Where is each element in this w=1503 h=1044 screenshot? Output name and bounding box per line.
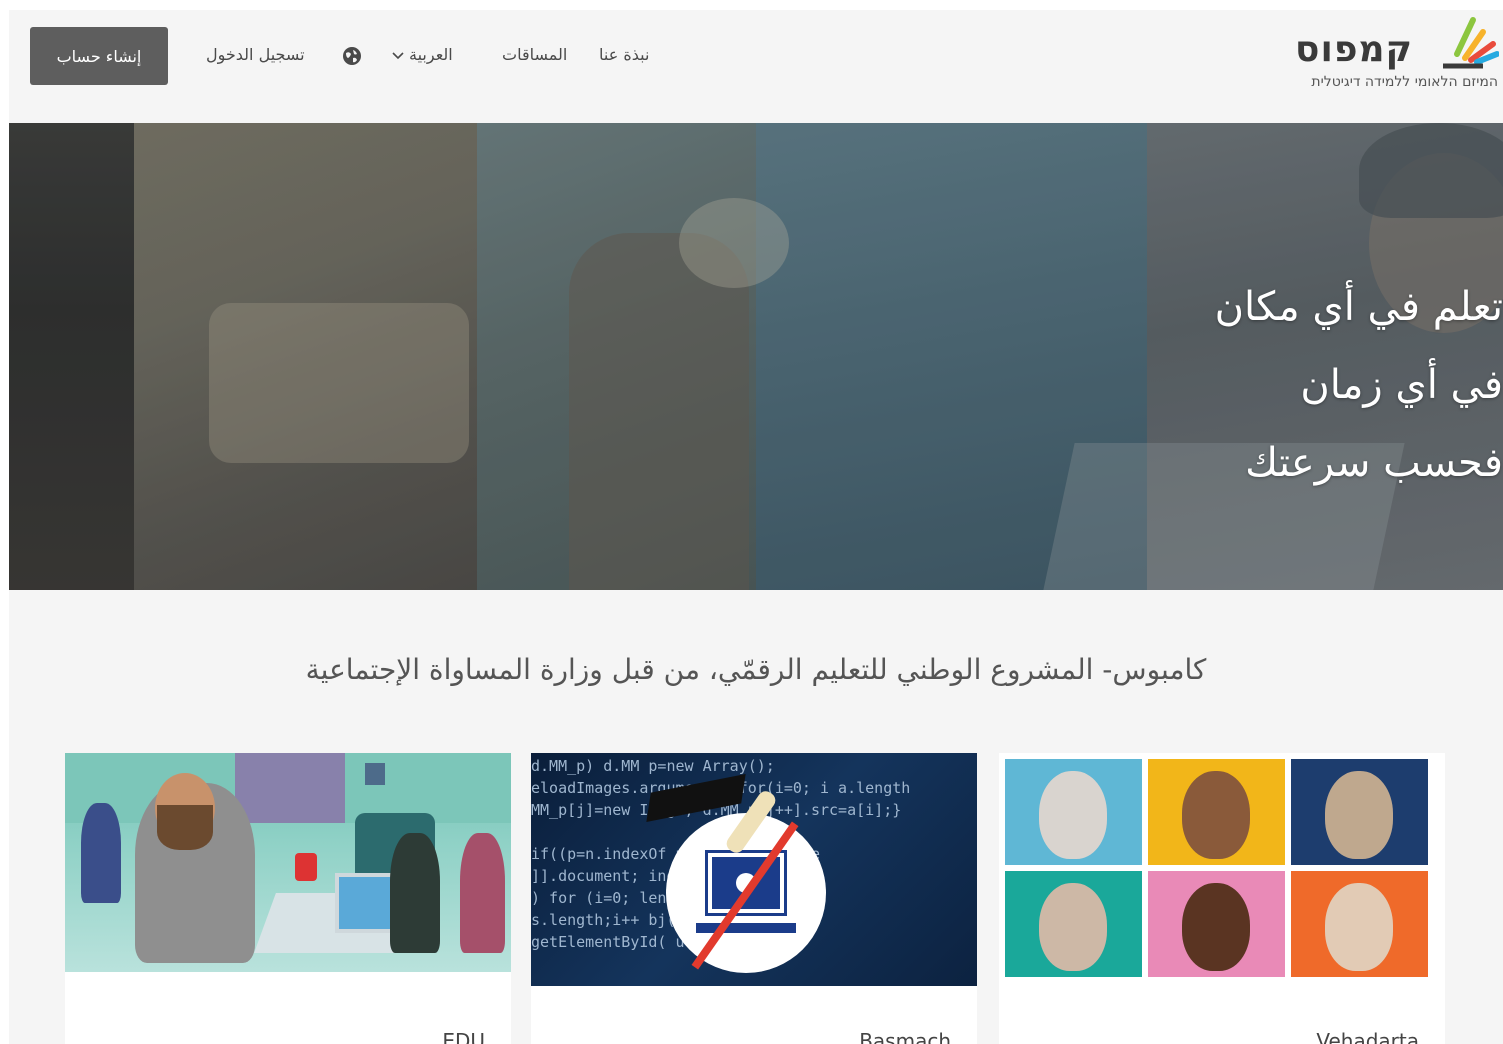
logo-text: קמפוס — [1295, 29, 1414, 70]
chevron-down-icon — [392, 52, 404, 60]
hero-banner: تعلم في أي مكان في أي زمان فحسب سرعتك — [9, 123, 1503, 590]
signup-button[interactable]: إنشاء حساب — [30, 27, 168, 85]
course-title: EDU — [442, 1029, 485, 1044]
intro-heading: كامبوس- المشروع الوطني للتعليم الرقمّي، … — [305, 653, 1207, 686]
course-card-basmach[interactable]: d.MM_p) d.MM p=new Array(); eloadImages.… — [531, 753, 977, 1044]
logo-marks-icon — [1443, 17, 1499, 69]
logo-tagline: המיזם הלאומי ללמידה דיגיטלית — [1311, 74, 1498, 90]
course-title: Basmach — [859, 1029, 951, 1044]
header: إنشاء حساب تسجيل الدخول العربية المساقات… — [9, 10, 1503, 123]
course-image — [65, 753, 511, 972]
login-link[interactable]: تسجيل الدخول — [206, 44, 305, 66]
course-card-edu[interactable]: EDU — [65, 753, 511, 1044]
about-link[interactable]: نبذة عنا — [599, 44, 649, 66]
campus-logo[interactable]: קמפוס המיזם הלאומי ללמידה דיגיטלית — [1293, 14, 1501, 98]
language-selector[interactable]: العربية — [391, 44, 453, 66]
course-image — [999, 753, 1445, 983]
course-image: d.MM_p) d.MM p=new Array(); eloadImages.… — [531, 753, 977, 986]
page: إنشاء حساب تسجيل الدخول العربية المساقات… — [9, 10, 1503, 1044]
hero-headline: تعلم في أي مكان في أي زمان فحسب سرعتك — [1215, 268, 1503, 502]
globe-icon[interactable] — [342, 46, 362, 66]
courses-link[interactable]: المساقات — [502, 44, 567, 66]
course-title: Vehadarta — [1316, 1029, 1419, 1044]
hero-line: تعلم في أي مكان — [1214, 284, 1503, 330]
language-label: العربية — [409, 45, 453, 64]
hero-line: في أي زمان — [1300, 362, 1503, 408]
course-card-vehadarta[interactable]: Vehadarta — [999, 753, 1445, 1044]
hero-line: فحسب سرعتك — [1245, 440, 1503, 486]
